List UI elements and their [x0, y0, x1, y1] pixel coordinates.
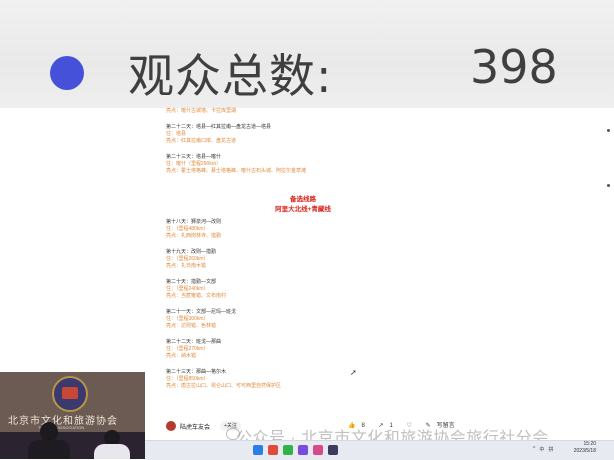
- itinerary-detail: 住：（里程260km）: [166, 256, 209, 262]
- clock-time: 15:20: [583, 441, 596, 447]
- itinerary-day-title: 第十八天：狮泉河—改则: [166, 219, 222, 225]
- tray-chevron-icon[interactable]: ^: [533, 446, 535, 453]
- system-tray: ^ 中 拼: [533, 446, 553, 453]
- itinerary-day-title: 第二十天：措勤—文部: [166, 279, 217, 285]
- logo-emblem: [62, 387, 78, 399]
- itinerary-section-top: 亮点：喀什古城墙、卡拉库里湖 第二十二天：塔县—红其拉甫—盘龙古道—塔县 住：塔县亮…: [166, 108, 506, 175]
- itinerary-detail: 住：（里程300km）: [166, 316, 209, 322]
- scroll-marker: [607, 184, 610, 187]
- itinerary-detail: 亮点：扎日南木错: [166, 263, 207, 269]
- itinerary-detail: 亮点：纳木错: [166, 353, 197, 359]
- association-logo-icon: [52, 376, 88, 412]
- itinerary-detail: 住：（里程850km）: [166, 376, 209, 382]
- presenter-body: [28, 440, 70, 459]
- tray-ime[interactable]: 中: [539, 446, 544, 453]
- taskbar-clock[interactable]: 15:20 2023/5/18: [556, 441, 596, 455]
- itinerary-day-title: 第二十一天：文部—尼玛—班戈: [166, 309, 237, 315]
- itinerary-detail: 亮点：达则错、色林错: [166, 323, 217, 329]
- taskbar-apps: [253, 445, 338, 455]
- author-avatar[interactable]: [166, 421, 176, 431]
- itinerary-section-bottom: 第十八天：狮泉河—改则 住：（里程480km） 亮点：扎西岗林寺、措勤 第十九天：改则…: [166, 219, 506, 390]
- viewer-count-label: 观众总数:: [128, 49, 333, 103]
- app-icon[interactable]: [268, 445, 278, 455]
- itinerary-detail: 住：（里程480km）: [166, 226, 209, 232]
- routes-heading: 备选线路: [290, 196, 316, 203]
- itinerary-detail: 住：（里程270km）: [166, 346, 209, 352]
- live-indicator-dot: [50, 56, 84, 90]
- itinerary-day-title: 第二十二天：班戈—那曲: [166, 339, 222, 345]
- itinerary-detail: 住：喀什（里程290km）: [166, 161, 222, 167]
- presenter-head: [40, 422, 58, 442]
- wechat-app-icon[interactable]: [283, 445, 293, 455]
- windows-start-icon[interactable]: [253, 445, 263, 455]
- app-icon[interactable]: [328, 445, 338, 455]
- itinerary-day-title: 第二十三天：那曲—格尔木: [166, 369, 227, 375]
- viewer-count-value: 398: [470, 40, 558, 94]
- alternate-routes-heading: 备选线路 阿里大北线+青藏线: [266, 195, 340, 215]
- itinerary-detail: 住：塔县: [166, 131, 187, 137]
- tray-ime-mode[interactable]: 拼: [548, 446, 553, 453]
- itinerary-detail: 住：（里程240km）: [166, 286, 209, 292]
- mouse-cursor-icon: ➚: [350, 368, 357, 377]
- itinerary-detail: 亮点：霍士塔格峰、慕士塔格峰、喀什古石头城、阿拉尔金草滩: [166, 168, 307, 174]
- itinerary-detail: 亮点：当惹雍错、文布南村: [166, 293, 227, 299]
- itinerary-detail: 亮点：扎西岗林寺、措勤: [166, 233, 222, 239]
- itinerary-day-title: 第二十二天：塔县—红其拉甫—盘龙古道—塔县: [166, 124, 272, 130]
- itinerary-day-title: 第十九天：改则—措勤: [166, 249, 217, 255]
- app-icon[interactable]: [313, 445, 323, 455]
- itinerary-detail: 亮点：喀什古城墙、卡拉库里湖: [166, 108, 237, 114]
- author-name[interactable]: 陆虎车友会: [180, 422, 210, 431]
- scroll-marker: [607, 129, 610, 132]
- viewer-count-banner: 观众总数: 398: [0, 0, 614, 108]
- presenter-body-2: [94, 444, 130, 459]
- routes-subheading: 阿里大北线+青藏线: [275, 206, 331, 213]
- webcam-overlay: 北京市文化和旅游协会 TOURISM ASSOCIATION: [0, 372, 145, 459]
- itinerary-detail: 亮点：红其拉甫口岸、盘龙古道: [166, 138, 237, 144]
- itinerary-day-title: 第二十三天：塔县—喀什: [166, 154, 222, 160]
- app-icon[interactable]: [298, 445, 308, 455]
- clock-date: 2023/5/18: [573, 448, 596, 454]
- taskbar: ^ 中 拼: [145, 440, 614, 460]
- itinerary-detail: 亮点：唐古拉山口、昆仑山口、可可西里自然保护区: [166, 383, 282, 389]
